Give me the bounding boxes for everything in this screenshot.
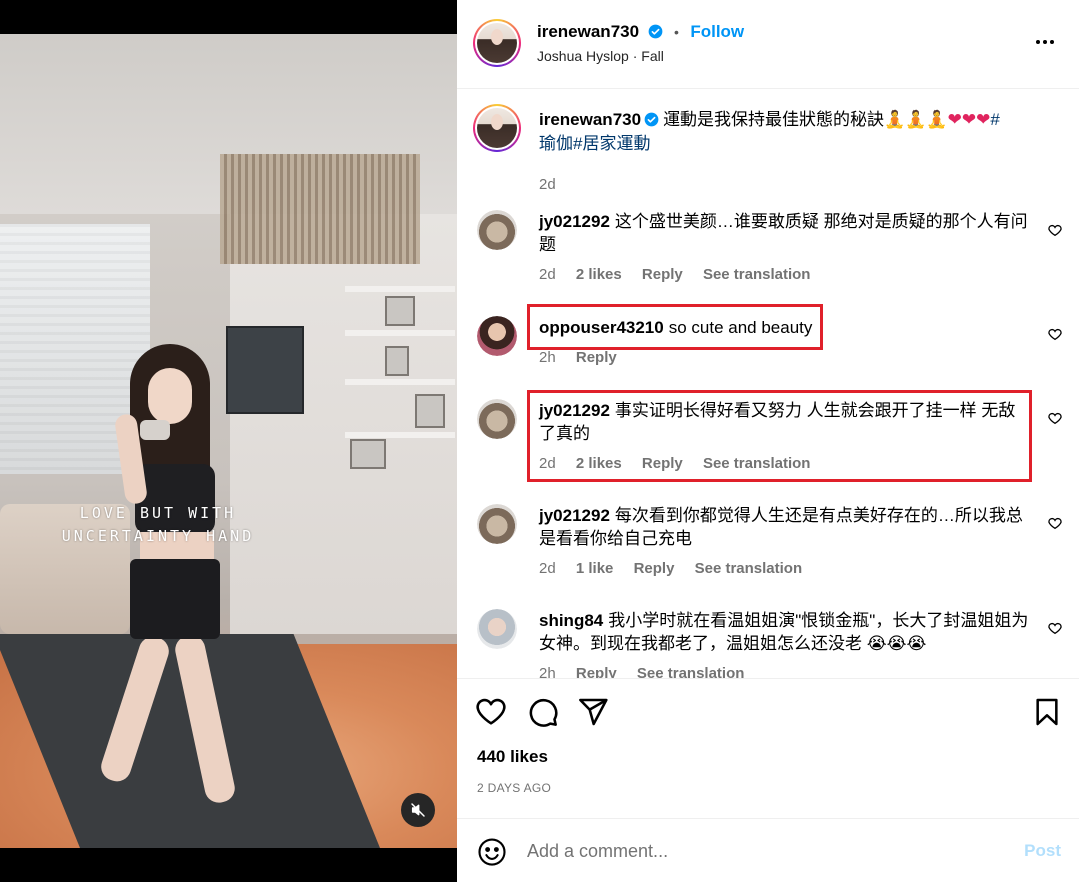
- send-icon[interactable]: [577, 696, 609, 728]
- media-panel: LOVE BUT WITH UNCERTAINTY HAND: [0, 0, 457, 882]
- comment-item: jy021292 事实证明长得好看又努力 人生就会跟开了挂一样 无敌了真的 2d …: [457, 399, 1079, 479]
- commenter-avatar[interactable]: [477, 504, 517, 544]
- smiley-icon[interactable]: [477, 837, 507, 867]
- likes-count[interactable]: 440 likes: [477, 747, 548, 767]
- caption-username[interactable]: irenewan730: [539, 110, 641, 129]
- comment-username[interactable]: jy021292: [539, 506, 610, 525]
- see-translation-button[interactable]: See translation: [703, 455, 811, 472]
- comment-item: shing84 我小学时就在看温姐姐演"恨锁金瓶"，长大了封温姐姐为女神。到现在我…: [457, 609, 1079, 678]
- commenter-avatar[interactable]: [477, 210, 517, 250]
- comment-likes[interactable]: 1 like: [576, 560, 614, 577]
- comment-username[interactable]: shing84: [539, 611, 603, 630]
- speaker-muted-icon: [411, 803, 425, 817]
- comment-like-icon[interactable]: [1047, 410, 1063, 426]
- see-translation-button[interactable]: See translation: [703, 266, 811, 283]
- reply-button[interactable]: Reply: [634, 560, 675, 577]
- comment-username[interactable]: oppouser43210: [539, 318, 664, 337]
- commenter-avatar[interactable]: [477, 609, 517, 649]
- comment-like-icon[interactable]: [1047, 222, 1063, 238]
- bookmark-icon[interactable]: [1031, 696, 1063, 728]
- heart-emojis: ❤❤❤: [947, 110, 991, 130]
- video-overlay-text: LOVE BUT WITH UNCERTAINTY HAND: [61, 504, 255, 545]
- commenter-avatar[interactable]: [477, 316, 517, 356]
- comment-username[interactable]: jy021292: [539, 212, 610, 231]
- heart-icon[interactable]: [475, 696, 507, 728]
- comment-icon[interactable]: [527, 696, 559, 728]
- post-video[interactable]: LOVE BUT WITH UNCERTAINTY HAND: [0, 34, 457, 848]
- reply-button[interactable]: Reply: [576, 349, 617, 366]
- more-horizontal-icon[interactable]: [1033, 30, 1057, 54]
- post-date: 2 DAYS AGO: [477, 781, 552, 795]
- post-header: irenewan730 • Follow Joshua Hyslop · Fal…: [457, 0, 1079, 89]
- commenter-avatar[interactable]: [477, 399, 517, 439]
- comment-time: 2h: [539, 665, 556, 678]
- comment-input[interactable]: [527, 838, 1007, 864]
- reply-button[interactable]: Reply: [642, 455, 683, 472]
- follow-button[interactable]: Follow: [690, 22, 744, 41]
- comment-text: 每次看到你都觉得人生还是有点美好存在的…所以我总是看看你给自己充电: [539, 506, 1023, 548]
- comment-likes[interactable]: 2 likes: [576, 266, 622, 283]
- post-caption: irenewan730 運動是我保持最佳狀態的秘訣🧘🧘🧘❤❤❤# 瑜伽#居家運動 …: [457, 104, 1079, 193]
- verified-badge-icon: [648, 24, 662, 39]
- comment-item: jy021292 这个盛世美颜…谁要敢质疑 那绝对是质疑的那个人有问题 2d 2 …: [457, 210, 1079, 290]
- comment-time: 2d: [539, 266, 556, 283]
- mute-button[interactable]: [401, 793, 435, 827]
- comment-text: so cute and beauty: [668, 318, 813, 337]
- author-avatar[interactable]: [473, 104, 521, 152]
- comment-time: 2d: [539, 455, 556, 472]
- see-translation-button[interactable]: See translation: [695, 560, 803, 577]
- author-username[interactable]: irenewan730: [537, 22, 639, 41]
- instagram-post-modal: LOVE BUT WITH UNCERTAINTY HAND irenewan7…: [0, 0, 1079, 882]
- audio-track-link[interactable]: Joshua Hyslop · Fall: [537, 48, 664, 64]
- comments-list[interactable]: irenewan730 運動是我保持最佳狀態的秘訣🧘🧘🧘❤❤❤# 瑜伽#居家運動 …: [457, 90, 1079, 678]
- hashtag-symbol[interactable]: #: [990, 110, 999, 129]
- author-avatar[interactable]: [473, 19, 521, 67]
- comment-like-icon[interactable]: [1047, 515, 1063, 531]
- comment-composer: Post: [457, 818, 1079, 882]
- reply-button[interactable]: Reply: [642, 266, 683, 283]
- see-translation-button[interactable]: See translation: [637, 665, 745, 678]
- comment-text: 我小学时就在看温姐姐演"恨锁金瓶"，长大了封温姐姐为女神。到现在我都老了，温姐姐…: [539, 611, 1029, 653]
- verified-badge-icon: [644, 112, 659, 127]
- post-actions: 440 likes 2 DAYS AGO: [457, 678, 1079, 833]
- caption-hashtags[interactable]: 瑜伽#居家運動: [539, 134, 650, 153]
- comment-text: 这个盛世美颜…谁要敢质疑 那绝对是质疑的那个人有问题: [539, 212, 1028, 254]
- caption-time: 2d: [539, 176, 556, 193]
- person-exercising: [97, 344, 240, 844]
- comment-username[interactable]: jy021292: [539, 401, 610, 420]
- separator-dot: •: [673, 24, 679, 40]
- comment-like-icon[interactable]: [1047, 620, 1063, 636]
- comment-time: 2d: [539, 560, 556, 577]
- comment-text: 事实证明长得好看又努力 人生就会跟开了挂一样 无敌了真的: [539, 401, 1016, 443]
- post-details-panel: irenewan730 • Follow Joshua Hyslop · Fal…: [457, 0, 1079, 882]
- comment-time: 2h: [539, 349, 556, 366]
- reply-button[interactable]: Reply: [576, 665, 617, 678]
- comment-like-icon[interactable]: [1047, 326, 1063, 342]
- post-button[interactable]: Post: [1024, 841, 1061, 861]
- comment-likes[interactable]: 2 likes: [576, 455, 622, 472]
- caption-text: 運動是我保持最佳狀態的秘訣: [663, 110, 885, 129]
- yoga-emojis: 🧘🧘🧘: [884, 110, 948, 130]
- comment-item: jy021292 每次看到你都觉得人生还是有点美好存在的…所以我总是看看你给自己充…: [457, 504, 1079, 584]
- comment-item: oppouser43210 so cute and beauty 2h Reply: [457, 316, 1079, 376]
